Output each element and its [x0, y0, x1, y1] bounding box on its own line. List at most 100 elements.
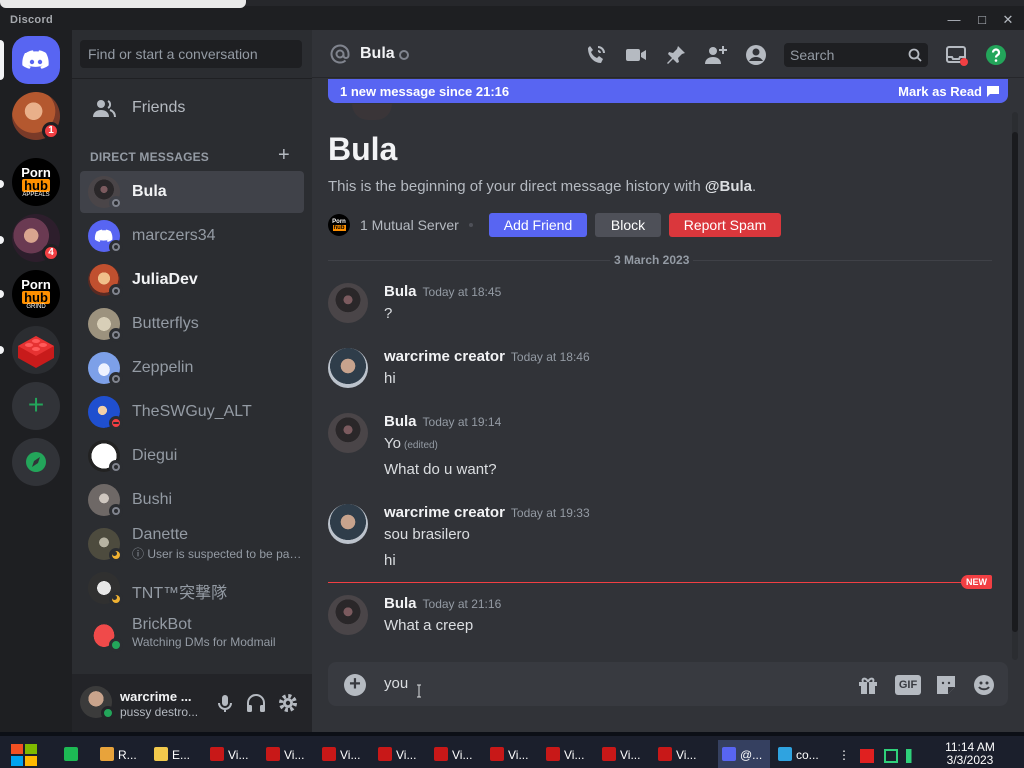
video-icon[interactable]	[624, 43, 648, 67]
home-button[interactable]	[12, 36, 60, 84]
new-messages-banner[interactable]: 1 new message since 21:16 Mark as Read	[328, 79, 1008, 103]
taskbar-item[interactable]: Vi...	[598, 740, 650, 768]
message-author[interactable]: Bula Today at 18:45	[384, 283, 501, 300]
server-ph-grind[interactable]: Porn hub GRIND	[12, 270, 60, 318]
dm-item-juliadev[interactable]: JuliaDev	[80, 259, 304, 301]
find-conversation-input[interactable]: Find or start a conversation	[80, 40, 302, 68]
sticker-icon[interactable]	[934, 673, 958, 697]
file-explorer-icon	[154, 747, 168, 761]
pin-icon[interactable]	[664, 43, 688, 67]
user-panel: warcrime ... pussy destro...	[72, 674, 312, 732]
dm-item-theswguy-alt[interactable]: TheSWGuy_ALT	[80, 391, 304, 433]
message-author[interactable]: Bula Today at 21:16	[384, 595, 501, 612]
taskbar-item[interactable]: Vi...	[318, 740, 370, 768]
microphone-icon[interactable]	[214, 692, 236, 714]
report-spam-button[interactable]: Report Spam	[669, 213, 781, 237]
avatar[interactable]	[328, 348, 368, 388]
author-name[interactable]: Bula	[384, 595, 417, 612]
author-name[interactable]: Bula	[384, 283, 417, 300]
message-author[interactable]: warcrime creator Today at 19:33	[384, 504, 590, 521]
sidebar-item-friends[interactable]: Friends	[80, 86, 304, 130]
chat-scrollbar[interactable]	[1012, 112, 1018, 660]
dm-item-bula[interactable]: Bula	[80, 171, 304, 213]
taskbar-item-label: Vi...	[676, 748, 697, 762]
help-icon[interactable]	[984, 43, 1008, 67]
avatar[interactable]	[328, 413, 368, 453]
avatar[interactable]	[328, 283, 368, 323]
inbox-icon[interactable]	[944, 43, 968, 67]
headphones-icon[interactable]	[245, 692, 267, 714]
status-online-icon	[101, 706, 115, 720]
taskbar-item[interactable]: Vi...	[542, 740, 594, 768]
taskbar-item[interactable]: co...	[774, 740, 826, 768]
taskbar-item[interactable]: Vi...	[262, 740, 314, 768]
server-ph-appeals[interactable]: Porn hub APPEALS	[12, 158, 60, 206]
add-friend-button[interactable]: Add Friend	[489, 213, 587, 237]
taskbar-item[interactable]: Vi...	[654, 740, 706, 768]
dm-item-diegui[interactable]: Diegui	[80, 435, 304, 477]
add-server-button[interactable]: +	[12, 382, 60, 430]
dm-item-tnt[interactable]: TNT™突撃隊	[80, 567, 304, 609]
selected-pill	[0, 40, 4, 80]
volume-icon[interactable]	[906, 749, 920, 763]
dm-item-brickbot[interactable]: BrickBot Watching DMs for Modmail	[80, 613, 304, 655]
mark-as-read-button[interactable]: Mark as Read	[898, 84, 982, 99]
server-brick[interactable]	[12, 326, 60, 374]
author-name[interactable]: warcrime creator	[384, 504, 505, 521]
gear-icon[interactable]	[277, 692, 299, 714]
network-icon[interactable]	[884, 749, 898, 763]
more-icon[interactable]: ⋮	[838, 749, 850, 763]
call-icon[interactable]	[584, 43, 608, 67]
taskbar-item[interactable]: Vi...	[206, 740, 258, 768]
flag-icon[interactable]	[860, 749, 874, 763]
dm-item-butterflys[interactable]: Butterflys	[80, 303, 304, 345]
create-dm-button[interactable]: +	[278, 145, 294, 165]
window-titlebar: Discord — □ ✕	[0, 0, 1024, 30]
server-logo-text: hub	[22, 289, 50, 305]
taskbar-item[interactable]: E...	[150, 740, 202, 768]
dm-name: BrickBot	[132, 616, 192, 633]
server-unread-pill	[0, 290, 4, 298]
dm-item-marczers34[interactable]: marczers34	[80, 215, 304, 257]
taskbar-item[interactable]: Vi...	[430, 740, 482, 768]
message-text: What a creep	[384, 617, 474, 634]
taskbar-item[interactable]: Vi...	[486, 740, 538, 768]
avatar[interactable]	[328, 595, 368, 635]
taskbar-item[interactable]: R...	[96, 740, 148, 768]
status-offline-icon	[109, 372, 123, 386]
discord-icon	[722, 747, 736, 761]
add-friend-icon[interactable]	[704, 43, 728, 67]
maximize-button[interactable]: □	[972, 12, 992, 28]
taskbar-item[interactable]: Vi...	[374, 740, 426, 768]
clock[interactable]: 11:14 AM 3/3/2023	[940, 741, 1000, 767]
windows-start-icon[interactable]	[10, 742, 40, 768]
server-logo-text: hub	[22, 177, 50, 193]
taskbar-item[interactable]: @...	[718, 740, 770, 768]
message-author[interactable]: Bula Today at 19:14	[384, 413, 501, 430]
search-input[interactable]: Search	[784, 43, 928, 67]
friends-icon	[93, 100, 116, 118]
avatar[interactable]	[328, 504, 368, 544]
minimize-button[interactable]: —	[944, 12, 964, 28]
explore-button[interactable]	[12, 438, 60, 486]
block-button[interactable]: Block	[595, 213, 661, 237]
message-text: What do u want?	[384, 461, 497, 478]
scrollbar-thumb[interactable]	[1012, 132, 1018, 632]
dm-item-zeppelin[interactable]: Zeppelin	[80, 347, 304, 389]
gif-icon[interactable]: GIF	[895, 675, 921, 695]
dm-item-bushi[interactable]: Bushi	[80, 479, 304, 521]
emoji-icon[interactable]	[972, 673, 996, 697]
author-name[interactable]: Bula	[384, 413, 417, 430]
message-author[interactable]: warcrime creator Today at 18:46	[384, 348, 590, 365]
mutual-servers[interactable]: Porn hub 1 Mutual Server	[328, 213, 473, 237]
profile-icon[interactable]	[744, 43, 768, 67]
welcome-user-mention[interactable]: @Bula	[705, 178, 752, 195]
gift-icon[interactable]	[856, 673, 880, 697]
upload-plus-icon[interactable]: +	[344, 674, 366, 696]
dm-item-danette[interactable]: Danette ⓘ User is suspected to be par...	[80, 523, 304, 565]
author-name[interactable]: warcrime creator	[384, 348, 505, 365]
search-placeholder: Search	[790, 47, 835, 63]
message-input[interactable]: you	[384, 675, 408, 692]
close-button[interactable]: ✕	[998, 12, 1018, 28]
message-composer[interactable]: + you GIF	[328, 662, 1008, 706]
